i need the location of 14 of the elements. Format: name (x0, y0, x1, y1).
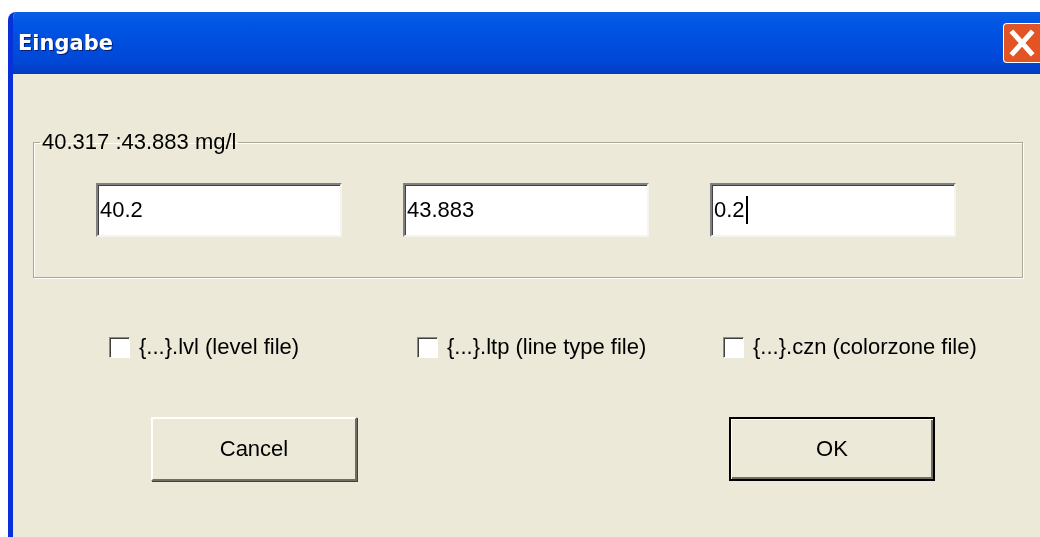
group-label: 40.317 :43.883 mg/l (41, 129, 238, 155)
input-field[interactable]: 0.2 (710, 183, 956, 237)
checkbox-label[interactable]: {...}.ltp (line type file) (447, 334, 647, 360)
input-field[interactable]: 43.883 (403, 183, 649, 237)
checkbox[interactable] (723, 336, 744, 358)
checkbox-label[interactable]: {...}.czn (colorzone file) (753, 334, 977, 360)
close-icon[interactable] (1003, 23, 1040, 63)
checkbox-label[interactable]: {...}.lvl (level file) (139, 334, 300, 360)
checkbox[interactable] (417, 336, 438, 358)
input-field[interactable]: 40.2 (96, 183, 342, 237)
dialog-button[interactable]: OK (729, 417, 935, 481)
checkbox[interactable] (109, 336, 130, 358)
window-title: Eingabe (18, 31, 113, 55)
dialog-button[interactable]: Cancel (151, 417, 357, 481)
